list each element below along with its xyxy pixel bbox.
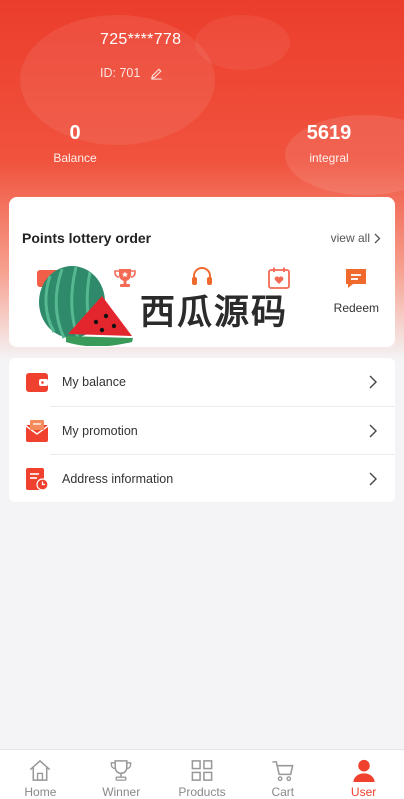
integral-stat[interactable]: 5619 integral (279, 122, 379, 165)
document-clock-icon (26, 468, 49, 491)
envelope-icon (25, 420, 49, 442)
user-id-row: ID: 701 (100, 66, 163, 80)
menu-item-label: My balance (62, 375, 126, 389)
menu-item-label: My promotion (62, 423, 138, 438)
chevron-right-icon (369, 472, 377, 486)
user-phone: 725****778 (100, 31, 182, 48)
menu-item-my-balance[interactable]: My balance (9, 358, 395, 406)
chevron-right-icon (369, 424, 377, 438)
order-status-redeem[interactable]: Redeem (318, 265, 395, 315)
chat-icon (346, 269, 367, 288)
watermelon-logo-icon (39, 266, 133, 346)
tab-label: Cart (271, 785, 295, 799)
tab-label: Home (24, 785, 57, 799)
user-id: ID: 701 (100, 66, 141, 80)
tab-label: User (350, 785, 377, 799)
balance-stat[interactable]: 0 Balance (25, 122, 125, 165)
cart-icon (272, 761, 294, 782)
wallet-icon (26, 373, 48, 392)
tab-winner[interactable]: Winner (81, 750, 162, 799)
menu-item-address-information[interactable]: Address information (26, 454, 395, 502)
balance-label: Balance (53, 151, 97, 165)
tab-home[interactable]: Home (0, 750, 81, 799)
order-card-title: Points lottery order (22, 230, 152, 246)
integral-label: integral (309, 151, 349, 165)
order-status-label: Redeem (333, 301, 380, 315)
watermark-text: 西瓜源码 (140, 293, 289, 333)
tab-label: Winner (102, 785, 141, 799)
trophy-icon (110, 760, 132, 781)
view-all-link[interactable]: view all (331, 231, 381, 245)
tab-user[interactable]: User (323, 750, 404, 799)
account-menu: My balance My promotion Address informat… (9, 358, 395, 502)
balance-value: 0 (69, 122, 81, 144)
tab-label: Products (178, 785, 226, 799)
user-icon (353, 759, 375, 783)
watermark: 西瓜源码 (36, 264, 306, 346)
edit-icon[interactable] (150, 67, 163, 80)
home-icon (30, 759, 51, 781)
decor-bubble (195, 15, 290, 70)
integral-value: 5619 (306, 122, 352, 144)
bottom-tab-bar: Home Winner Products Cart User (0, 749, 404, 799)
view-all-label: view all (330, 231, 370, 245)
menu-item-my-promotion[interactable]: My promotion (25, 406, 395, 454)
chevron-right-icon (374, 233, 381, 243)
tab-cart[interactable]: Cart (242, 750, 323, 799)
chevron-right-icon (369, 375, 377, 389)
tab-products[interactable]: Products (162, 750, 243, 799)
menu-item-label: Address information (62, 471, 174, 486)
grid-icon (191, 760, 213, 781)
